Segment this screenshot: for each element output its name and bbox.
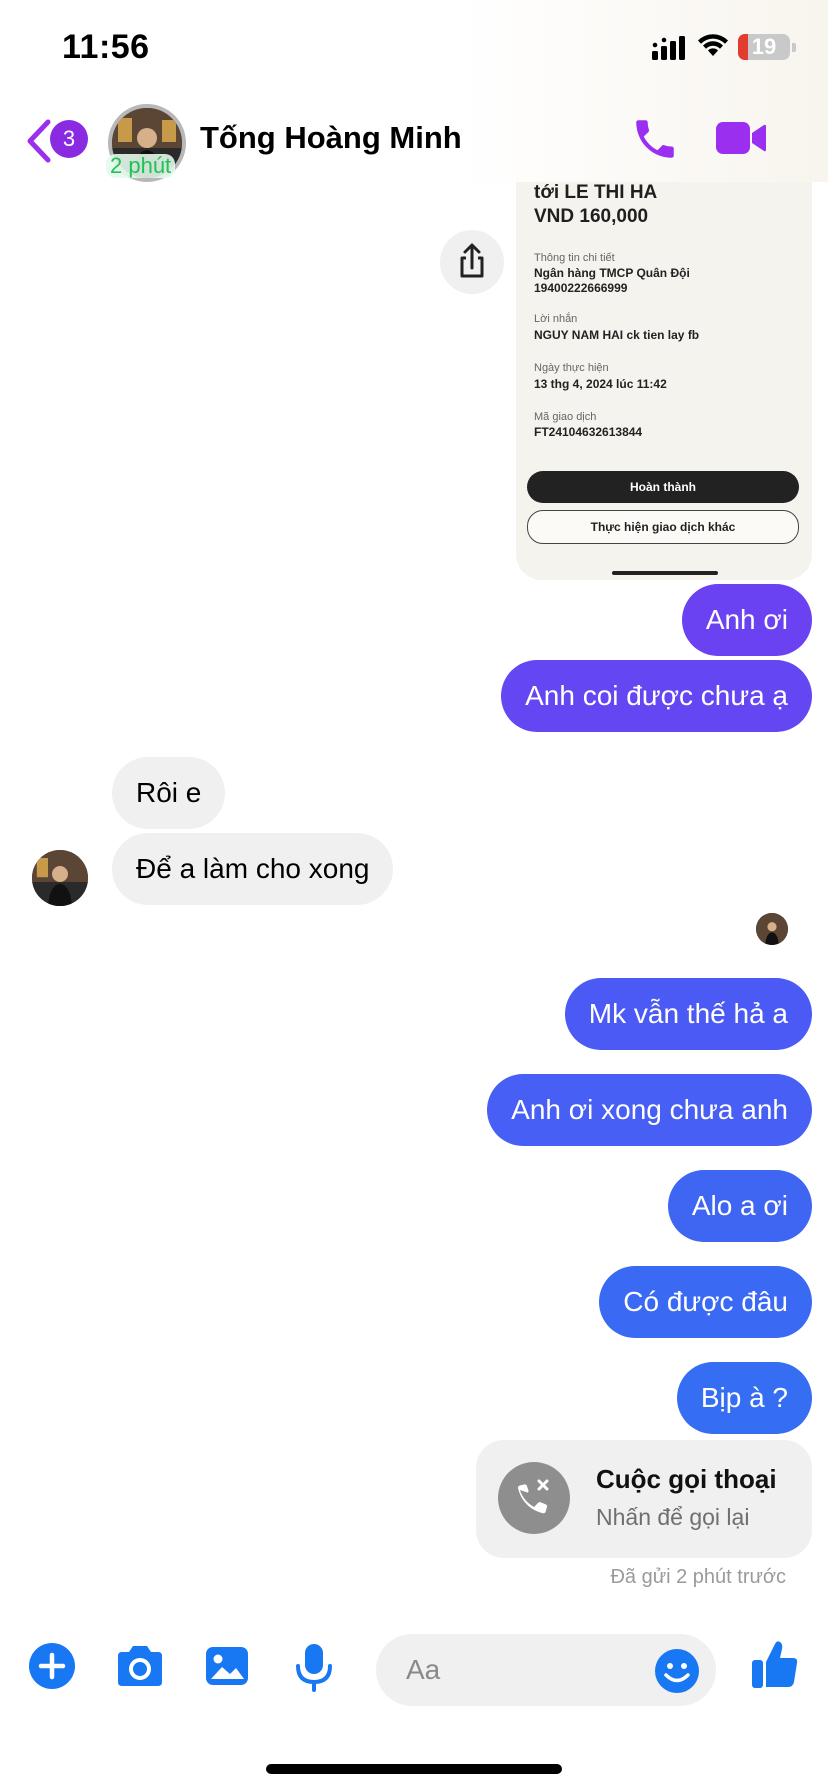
att-amount: VND 160,000 — [534, 206, 649, 227]
att-details-label: Thông tin chi tiết — [534, 252, 615, 264]
att-home-bar — [612, 571, 718, 575]
battery-indicator: 19 — [738, 34, 790, 60]
unread-count-badge[interactable]: 3 — [50, 120, 88, 158]
home-indicator — [266, 1764, 562, 1774]
att-account: 19400222666999 — [534, 281, 628, 295]
sent-status: Đã gửi 2 phút trước — [610, 1566, 786, 1588]
emoji-icon[interactable] — [654, 1648, 700, 1694]
message-bubble-sent[interactable]: Bịp à ? — [676, 1362, 812, 1434]
call-card-subtitle: Nhấn để gọi lại — [596, 1504, 750, 1530]
status-bar: 11:56 19 — [0, 0, 828, 100]
message-bubble-received[interactable]: Để a làm cho xong — [112, 833, 394, 905]
phone-icon[interactable] — [630, 114, 680, 164]
message-bubble-sent[interactable]: Anh ơi — [681, 584, 812, 656]
message-bubble-received[interactable]: Rôi e — [112, 757, 226, 829]
att-date: 13 thg 4, 2024 lúc 11:42 — [534, 377, 667, 391]
image-attachment[interactable]: tới LE THI HA VND 160,000 Thông tin chi … — [516, 182, 812, 580]
plus-icon[interactable] — [28, 1642, 76, 1690]
att-message: NGUY NAM HAI ck tien lay fb — [534, 328, 700, 342]
message-bubble-sent[interactable]: Có được đâu — [599, 1266, 812, 1338]
contact-name[interactable]: Tống Hoàng Minh — [200, 120, 462, 156]
wifi-icon — [698, 34, 728, 56]
share-icon — [460, 243, 484, 278]
att-bank: Ngân hàng TMCP Quân Đội — [534, 266, 690, 280]
message-bubble-sent[interactable]: Mk vẫn thế hả a — [564, 978, 812, 1050]
att-other-transaction-button: Thực hiện giao dịch khác — [527, 510, 799, 544]
share-button[interactable] — [440, 230, 504, 294]
seen-receipt-avatar — [756, 913, 788, 945]
att-message-label: Lời nhắn — [534, 313, 578, 325]
att-txn-id: FT24104632613844 — [534, 425, 643, 439]
camera-icon[interactable] — [114, 1642, 166, 1690]
video-camera-icon[interactable] — [714, 118, 768, 158]
message-input-placeholder: Aa — [406, 1654, 441, 1685]
missed-call-icon — [498, 1462, 570, 1534]
att-recipient: tới LE THI HA — [534, 182, 658, 203]
microphone-icon[interactable] — [294, 1642, 334, 1692]
battery-tip — [792, 43, 796, 52]
message-bubble-sent[interactable]: Anh ơi xong chưa anh — [487, 1074, 812, 1146]
cellular-signal-icon — [652, 36, 685, 60]
status-time: 11:56 — [62, 28, 150, 66]
image-icon[interactable] — [203, 1642, 251, 1690]
att-txn-label: Mã giao dịch — [534, 411, 597, 423]
message-bubble-sent[interactable]: Anh coi được chưa ạ — [501, 660, 812, 732]
missed-call-card[interactable]: Cuộc gọi thoại Nhấn để gọi lại — [476, 1440, 812, 1558]
sender-avatar[interactable] — [32, 850, 88, 906]
att-done-button: Hoàn thành — [527, 471, 799, 503]
message-bubble-sent[interactable]: Alo a ơi — [667, 1170, 812, 1242]
thumbs-up-icon[interactable] — [750, 1638, 800, 1690]
call-card-title: Cuộc gọi thoại — [596, 1464, 777, 1494]
message-input[interactable]: Aa — [376, 1634, 716, 1706]
active-status: 2 phút — [106, 154, 176, 178]
battery-percent: 19 — [751, 34, 777, 59]
att-date-label: Ngày thực hiện — [534, 362, 609, 374]
